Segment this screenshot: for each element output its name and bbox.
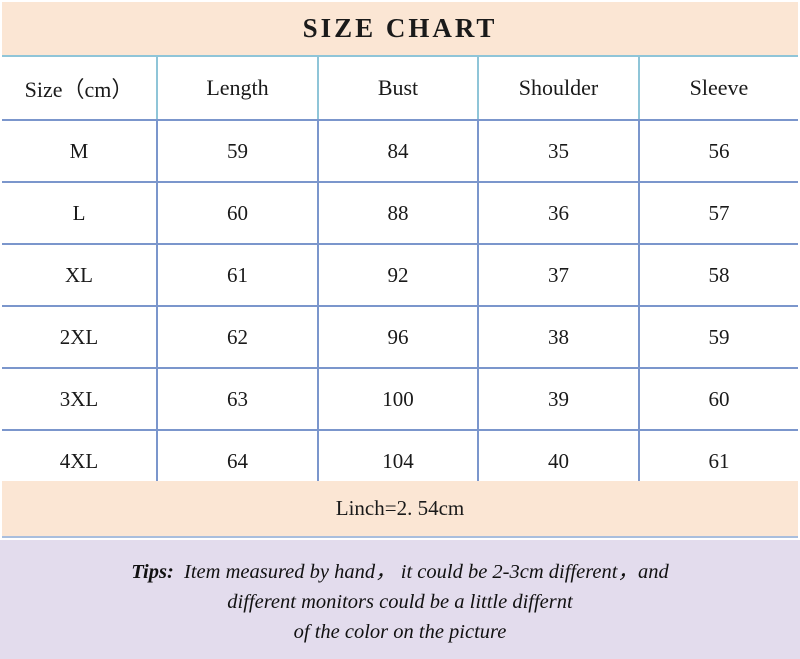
cell-length: 62 [157,306,319,369]
page-title: SIZE CHART [302,13,498,43]
cell-shoulder: 39 [478,368,640,431]
cell-length: 60 [157,182,319,245]
cell-bust: 100 [318,368,479,431]
table-row: L 60 88 36 57 [2,182,798,245]
column-header-shoulder: Shoulder [478,55,640,121]
cell-size: M [2,120,158,183]
column-header-length: Length [157,55,319,121]
tips-band: Tips: Item measured by hand， it could be… [0,540,800,659]
cell-sleeve: 59 [639,306,798,369]
table-row: XL 61 92 37 58 [2,244,798,307]
cell-bust: 88 [318,182,479,245]
cell-length: 59 [157,120,319,183]
cell-shoulder: 38 [478,306,640,369]
tips-line-3: of the color on the picture [293,620,507,643]
cell-size: L [2,182,158,245]
column-header-size: Size（cm） [2,55,158,121]
cell-size: 2XL [2,306,158,369]
tips-line-1-text: Item measured by hand， it could be 2-3cm… [173,560,669,583]
cell-sleeve: 60 [639,368,798,431]
column-header-bust: Bust [318,55,479,121]
size-chart-table: Size（cm） Length Bust Shoulder Sleeve M 5… [2,55,798,493]
cell-bust: 84 [318,120,479,183]
size-chart-image: SIZE CHART Size（cm） Length Bust Shoulder… [0,0,800,659]
cell-shoulder: 37 [478,244,640,307]
title-band: SIZE CHART [2,2,798,55]
table-row: M 59 84 35 56 [2,120,798,183]
table-header-row: Size（cm） Length Bust Shoulder Sleeve [2,55,798,121]
cell-sleeve: 57 [639,182,798,245]
tips-line-2: different monitors could be a little dif… [227,590,573,613]
column-header-sleeve: Sleeve [639,55,798,121]
tips-label: Tips: [131,560,174,583]
cell-length: 63 [157,368,319,431]
cell-sleeve: 56 [639,120,798,183]
cell-bust: 92 [318,244,479,307]
unit-conversion-note: Linch=2. 54cm [335,496,465,520]
cell-shoulder: 35 [478,120,640,183]
cell-length: 61 [157,244,319,307]
cell-size: XL [2,244,158,307]
cell-bust: 96 [318,306,479,369]
table-row: 3XL 63 100 39 60 [2,368,798,431]
table-row: 2XL 62 96 38 59 [2,306,798,369]
unit-conversion-band: Linch=2. 54cm [2,481,798,538]
cell-size: 3XL [2,368,158,431]
tips-line-1: Tips: Item measured by hand， it could be… [131,557,668,587]
cell-sleeve: 58 [639,244,798,307]
cell-shoulder: 36 [478,182,640,245]
